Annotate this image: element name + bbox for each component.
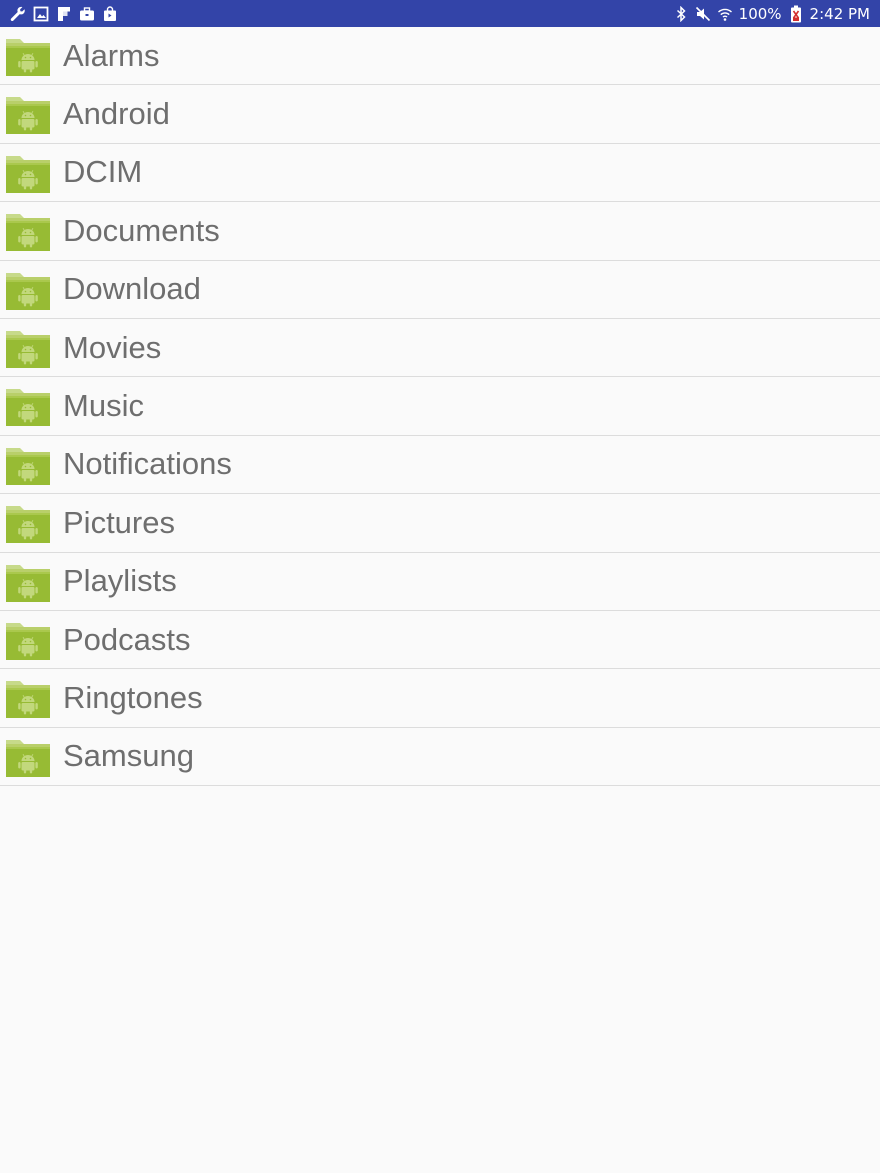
wrench-icon [10, 6, 26, 22]
folder-row-pictures[interactable]: Pictures [0, 494, 880, 553]
folder-row-alarms[interactable]: Alarms [0, 27, 880, 86]
image-icon [33, 6, 49, 22]
android-folder-icon [5, 736, 51, 778]
folder-row-android[interactable]: Android [0, 85, 880, 144]
battery-icon [788, 5, 804, 22]
folder-name: Download [63, 271, 201, 307]
folder-row-download[interactable]: Download [0, 261, 880, 319]
folder-row-notifications[interactable]: Notifications [0, 436, 880, 495]
android-folder-icon [5, 327, 51, 369]
folder-name: Movies [63, 329, 162, 365]
briefcase-icon [79, 6, 95, 22]
folder-row-ringtones[interactable]: Ringtones [0, 669, 880, 728]
folder-list: Alarms Android DCIM Documents Download M… [0, 27, 880, 787]
folder-name: Documents [63, 212, 220, 248]
android-folder-icon [5, 210, 51, 252]
folder-row-movies[interactable]: Movies [0, 319, 880, 378]
folder-name: Podcasts [63, 621, 191, 657]
folder-row-samsung[interactable]: Samsung [0, 728, 880, 787]
android-folder-icon [5, 444, 51, 486]
android-folder-icon [5, 35, 51, 77]
folder-row-dcim[interactable]: DCIM [0, 144, 880, 203]
status-bar-notifications [10, 5, 118, 22]
flipboard-icon [56, 6, 72, 22]
folder-name: DCIM [63, 154, 143, 190]
folder-name: Music [63, 388, 144, 424]
android-folder-icon [5, 269, 51, 311]
folder-row-music[interactable]: Music [0, 377, 880, 436]
folder-name: Notifications [63, 446, 232, 482]
android-folder-icon [5, 677, 51, 719]
folder-name: Samsung [63, 738, 194, 774]
status-bar-system: 100% 2:42 PM [673, 5, 870, 23]
bluetooth-icon [673, 5, 689, 22]
folder-row-playlists[interactable]: Playlists [0, 553, 880, 611]
folder-name: Pictures [63, 504, 175, 540]
status-bar: 100% 2:42 PM [0, 0, 880, 27]
android-folder-icon [5, 561, 51, 603]
android-folder-icon [5, 619, 51, 661]
folder-name: Playlists [63, 563, 177, 599]
shopping-bag-icon [102, 5, 118, 22]
folder-name: Ringtones [63, 679, 203, 715]
wifi-icon [717, 6, 733, 22]
android-folder-icon [5, 502, 51, 544]
battery-percent: 100% [738, 4, 782, 23]
folder-row-documents[interactable]: Documents [0, 202, 880, 261]
android-folder-icon [5, 152, 51, 194]
android-folder-icon [5, 93, 51, 135]
folder-name: Alarms [63, 37, 160, 73]
clock: 2:42 PM [809, 4, 870, 23]
folder-name: Android [63, 96, 170, 132]
android-folder-icon [5, 385, 51, 427]
mute-icon [695, 6, 711, 22]
folder-row-podcasts[interactable]: Podcasts [0, 611, 880, 670]
